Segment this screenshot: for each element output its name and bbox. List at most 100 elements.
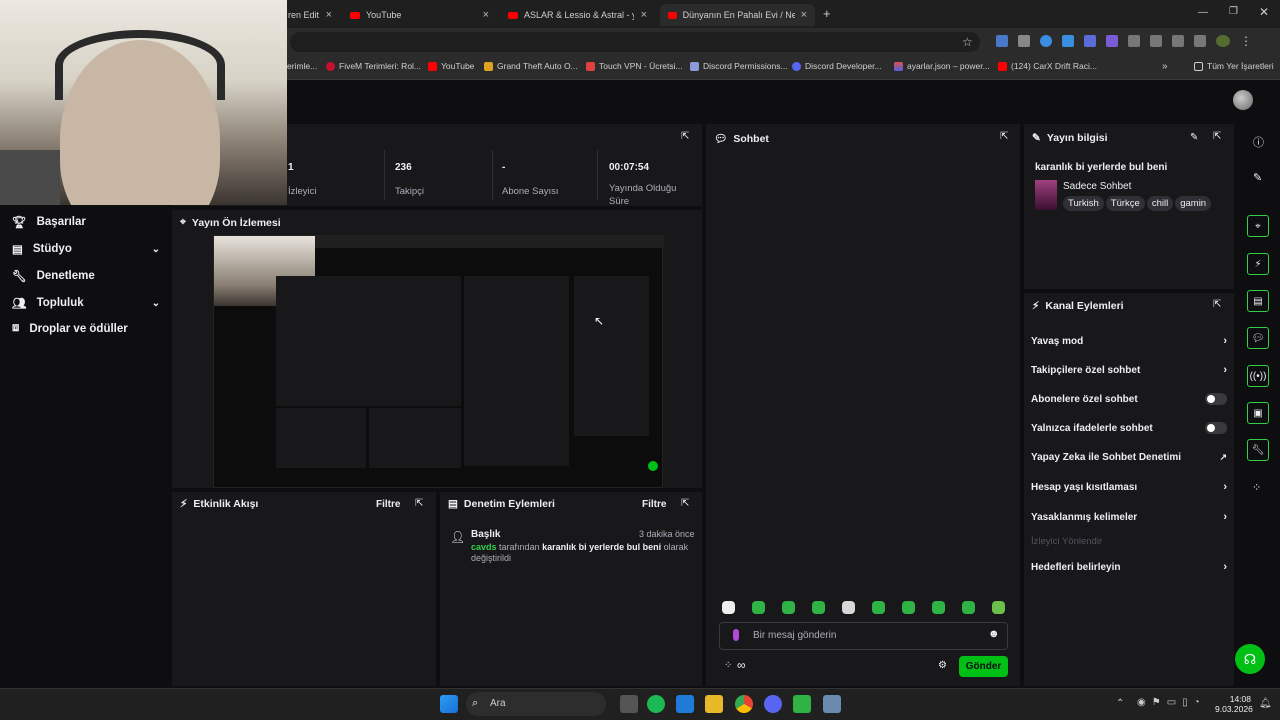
bookmark[interactable]: FiveM Terimleri: Rol... [326,61,421,71]
popout-icon[interactable]: ⇱ [415,498,423,509]
sidebar-item-studio[interactable]: ▤ Stüdyo ⌄ [12,242,160,256]
extension-icon[interactable] [1106,35,1118,47]
action-followers-only[interactable]: Takipçilere özel sohbet › [1031,364,1227,376]
action-emote-only[interactable]: Yalnızca ifadelerle sohbet [1031,422,1227,434]
sidebar-item-moderation[interactable]: 🔧︎ Denetleme [12,269,160,283]
extension-icon[interactable] [1062,35,1074,47]
pencil-icon[interactable]: ✎ [1190,132,1198,143]
app-icon[interactable] [793,695,811,713]
emote[interactable] [902,601,915,614]
puzzle-icon[interactable] [1150,35,1162,47]
category-name[interactable]: Sadece Sohbet [1063,181,1131,192]
browser-tab-active[interactable]: Dünyanın En Pahalı Evi / New Y × [660,4,815,26]
discord-icon[interactable] [764,695,782,713]
emote[interactable] [992,601,1005,614]
stream-preview-video[interactable]: ↖ [213,235,664,488]
toggle-switch[interactable] [1205,422,1227,434]
log-user[interactable]: cavds [471,542,497,552]
bookmark[interactable]: Discord Developer... [792,61,882,71]
chrome-icon[interactable] [735,695,753,713]
bookmark[interactable]: ayarlar.json – power... [894,61,990,71]
file-explorer-icon[interactable] [705,695,723,713]
emote[interactable] [812,601,825,614]
tag[interactable]: chill [1146,196,1174,211]
app-icon[interactable] [823,695,841,713]
tag[interactable]: gamin [1175,196,1212,211]
browser-tab[interactable]: ren Edit × [280,4,340,26]
menu-icon[interactable] [1194,35,1206,47]
action-goals[interactable]: Hedefleri belirleyin › [1031,561,1227,573]
bookmark[interactable]: Discord Permissions... [690,61,788,71]
bookmark[interactable]: Touch VPN - Ücretsi... [586,61,683,71]
chat-input[interactable]: Bir mesaj gönderin ☻ [719,622,1008,650]
action-ai-moderation[interactable]: Yapay Zeka ile Sohbet Denetimi ↗ [1031,452,1227,463]
bookmark[interactable]: erimle... [287,61,317,71]
filter-button[interactable]: Filtre [642,499,666,510]
bookmark[interactable]: (124) CarX Drift Raci... [998,61,1097,71]
channel-points-value[interactable]: ∞ [737,658,746,672]
action-subscribers-only[interactable]: Abonelere özel sohbet [1031,393,1227,405]
layout-button[interactable]: ▣ [1247,402,1269,424]
clip-button[interactable]: ⌖ [1247,215,1269,237]
emote[interactable] [722,601,735,614]
emote[interactable] [752,601,765,614]
filter-button[interactable]: Filtre [376,499,400,510]
popout-icon[interactable]: ⇱ [1213,131,1221,142]
popout-icon[interactable]: ⇱ [1213,299,1221,310]
vscode-icon[interactable] [676,695,694,713]
marker-button[interactable]: ▤ [1247,290,1269,312]
emoji-icon[interactable]: ☻ [988,628,1000,640]
tag[interactable]: Türkçe [1105,196,1145,211]
kebab-menu-icon[interactable]: ⋮ [1240,35,1252,47]
emote[interactable] [962,601,975,614]
send-button[interactable]: Gönder [959,656,1008,677]
extension-icon[interactable] [1128,35,1140,47]
channel-points-icon[interactable]: ⁘ [724,660,732,671]
sidebar-item-community[interactable]: 👥︎ Topluluk ⌄ [12,296,160,310]
restore-icon[interactable]: ❐ [1229,6,1238,17]
window-close-icon[interactable]: ✕ [1259,5,1269,19]
close-icon[interactable]: × [326,9,332,21]
bookmark[interactable]: Grand Theft Auto O... [484,61,578,71]
emote[interactable] [782,601,795,614]
edit-icon[interactable]: ✎ [1253,171,1262,184]
sidebar-item-achievements[interactable]: 🏆︎ Başarılar [12,215,160,229]
star-icon[interactable]: ☆ [962,35,973,49]
sidebar-item-drops[interactable]: ⧈ Droplar ve ödüller [12,322,160,335]
browser-tab[interactable]: YouTube × [342,4,497,26]
microphone-icon[interactable] [733,629,739,641]
action-slow-mode[interactable]: Yavaş mod › [1031,335,1227,347]
gear-icon[interactable]: ⚙︎ [938,660,947,671]
popout-icon[interactable]: ⇱ [681,498,689,509]
tag[interactable]: Turkish [1063,196,1104,211]
tools-button[interactable]: 🔧︎ [1247,439,1269,461]
taskbar-search[interactable]: ⌕ Ara [466,692,606,716]
bookmark[interactable]: YouTube [428,61,474,71]
popout-icon[interactable]: ⇱ [681,131,689,142]
action-account-age[interactable]: Hesap yaşı kısıtlaması › [1031,481,1227,493]
clock[interactable]: 14:08 9.03.2026 [1215,694,1253,714]
points-icon[interactable]: ⁘ [1252,481,1261,494]
close-icon[interactable]: × [641,9,647,21]
popout-icon[interactable]: ⇱ [1000,131,1008,142]
emote[interactable] [932,601,945,614]
new-tab-button[interactable]: + [823,6,831,21]
url-field[interactable] [290,32,980,52]
browser-tab[interactable]: ASLAR & Lessio & Astral - yeni × [500,4,655,26]
avatar[interactable] [1233,90,1253,110]
extension-icon[interactable] [996,35,1008,47]
minimize-icon[interactable]: — [1198,7,1208,18]
notification-icon[interactable]: 🔔︎ [1259,698,1272,709]
action-banned-words[interactable]: Yasaklanmış kelimeler › [1031,511,1227,523]
chat-button[interactable]: 💬︎ [1247,327,1269,349]
tray-icons[interactable]: ◉⚑▭▯◔ [1137,697,1206,708]
extension-icon[interactable] [1084,35,1096,47]
extension-icon[interactable] [1172,35,1184,47]
extension-icon[interactable] [1018,35,1030,47]
emote[interactable] [872,601,885,614]
broadcast-button[interactable]: ((•)) [1247,365,1269,387]
all-bookmarks[interactable]: Tüm Yer İşaretleri [1194,61,1274,71]
chevron-up-icon[interactable]: ⌃ [1116,698,1124,709]
emote[interactable] [842,601,855,614]
start-icon[interactable] [440,695,458,713]
